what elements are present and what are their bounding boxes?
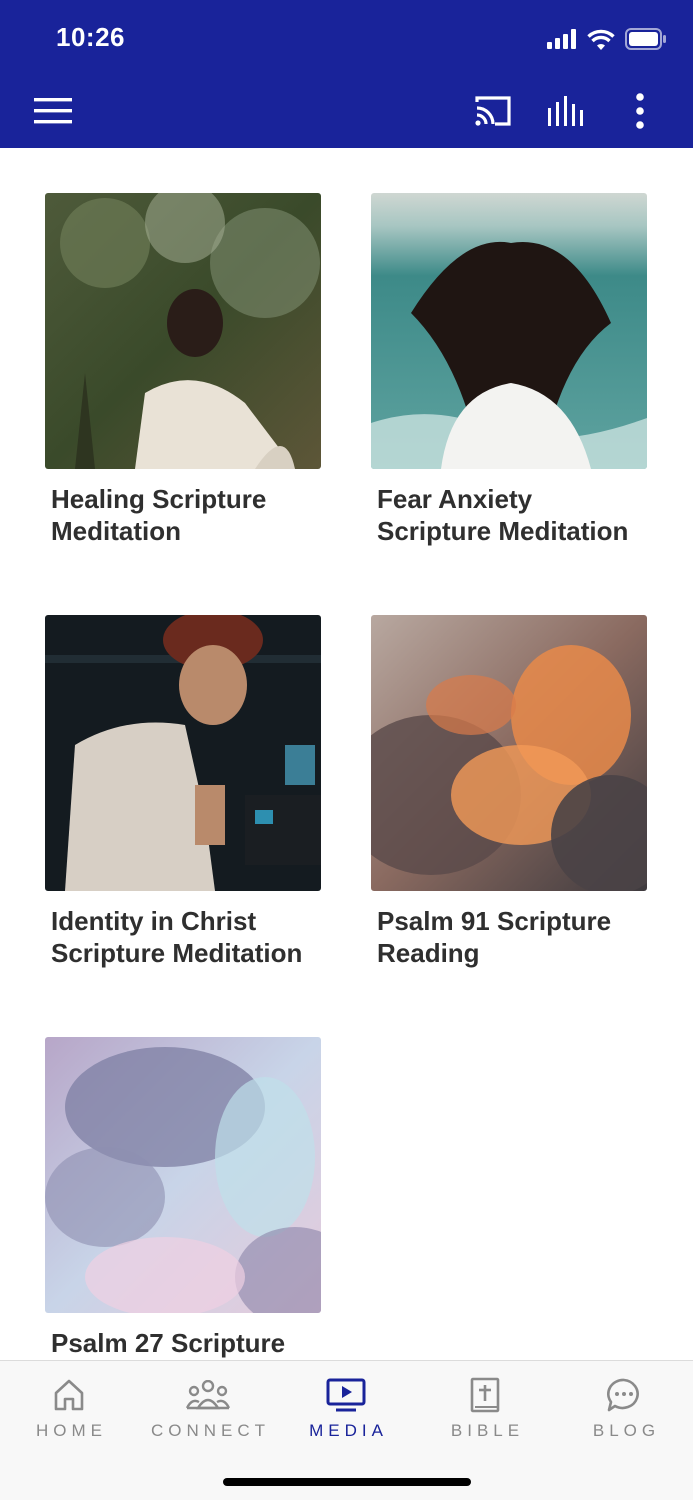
nav-label: BLOG [592,1421,661,1440]
wifi-icon [587,29,615,50]
menu-button[interactable] [32,88,74,134]
media-title: Fear Anxiety Scripture Meditation [377,484,629,546]
nav-label: BIBLE [450,1421,525,1440]
battery-icon [625,28,666,50]
nav-item-media[interactable]: MEDIA [277,1373,415,1441]
status-time: 10:26 [56,22,125,52]
app-bar: 10:26 [0,0,693,148]
cast-icon [475,96,511,126]
home-indicator [223,1478,471,1486]
nav-item-bible[interactable]: BIBLE [416,1373,554,1441]
nav-item-connect[interactable]: CONNECT [139,1373,277,1441]
media-grid: Healing Scripture Meditation Fear Anxiet… [0,148,693,1360]
bible-icon [470,1377,500,1413]
more-options-button[interactable] [624,88,656,134]
media-title: Healing Scripture Meditation [51,484,267,546]
status-icons [547,26,667,52]
media-thumbnail [45,193,321,469]
media-thumbnail [371,193,647,469]
tv-play-icon [326,1378,366,1412]
home-icon [54,1379,84,1411]
media-card[interactable]: Psalm 27 Scripture [45,1037,321,1359]
more-vertical-icon [636,93,644,129]
hamburger-menu-icon [34,98,72,124]
media-title: Identity in Christ Scripture Meditation [51,906,303,968]
chat-bubble-icon [607,1378,639,1412]
nav-label: CONNECT [150,1421,271,1440]
media-title: Psalm 91 Scripture Reading [377,906,612,968]
nav-item-home[interactable]: HOME [0,1373,138,1441]
media-card[interactable]: Healing Scripture Meditation [45,193,321,547]
nav-label: HOME [36,1421,107,1440]
media-card[interactable]: Psalm 91 Scripture Reading [371,615,647,969]
audio-button[interactable] [543,88,589,134]
cast-button[interactable] [470,88,516,134]
signal-icon [547,29,576,49]
media-thumbnail [45,1037,321,1313]
nav-label: MEDIA [309,1421,388,1440]
people-icon [186,1380,230,1410]
audio-bars-icon [548,96,583,126]
media-card[interactable]: Fear Anxiety Scripture Meditation [371,193,647,547]
media-title: Psalm 27 Scripture [51,1328,286,1358]
media-card[interactable]: Identity in Christ Scripture Meditation [45,615,321,969]
nav-item-blog[interactable]: BLOG [555,1373,693,1441]
media-thumbnail [371,615,647,891]
media-thumbnail [45,615,321,891]
